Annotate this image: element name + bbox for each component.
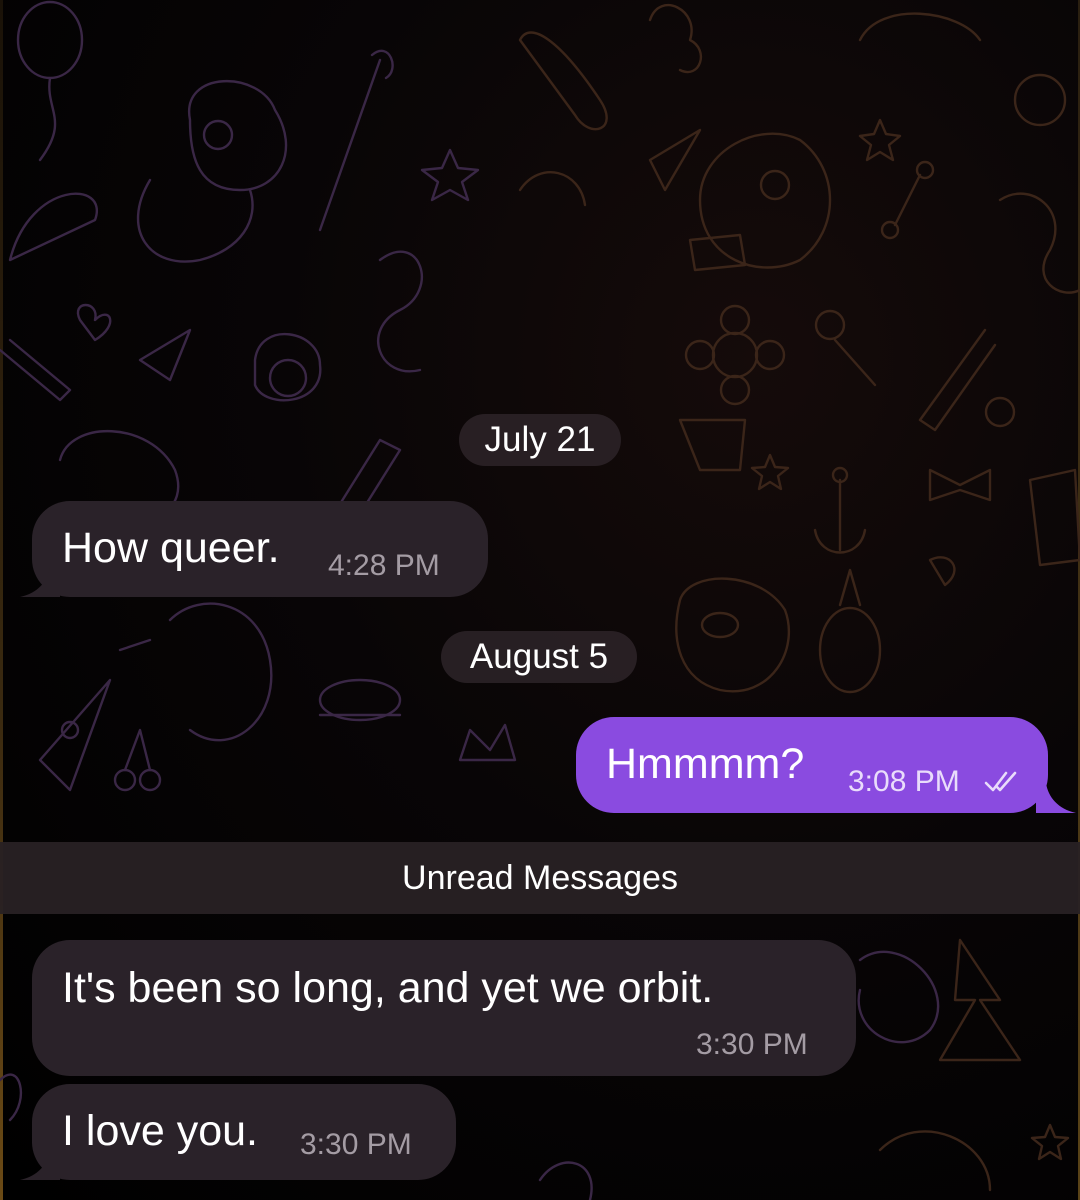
bubble-tail xyxy=(1036,783,1076,813)
message-text: How queer. xyxy=(62,524,280,572)
message-text: I love you. xyxy=(62,1107,258,1155)
date-separator-label: July 21 xyxy=(484,420,596,459)
incoming-message-bubble[interactable]: How queer. 4:28 PM xyxy=(32,501,488,597)
date-separator-july-21: July 21 xyxy=(459,414,621,466)
unread-messages-label: Unread Messages xyxy=(402,859,678,897)
message-text: It's been so long, and yet we orbit. xyxy=(62,964,714,1012)
message-timestamp: 3:08 PM xyxy=(848,765,960,798)
read-double-check-icon xyxy=(984,771,1017,792)
outgoing-message-bubble[interactable]: Hmmmm? 3:08 PM xyxy=(576,717,1048,813)
message-timestamp: 4:28 PM xyxy=(328,549,440,582)
incoming-message-bubble[interactable]: It's been so long, and yet we orbit. 3:3… xyxy=(32,940,856,1076)
bubble-tail xyxy=(20,1150,60,1180)
date-separator-august-5: August 5 xyxy=(441,631,637,683)
message-text: Hmmmm? xyxy=(606,740,805,788)
message-timestamp: 3:30 PM xyxy=(300,1128,412,1161)
incoming-message-bubble[interactable]: I love you. 3:30 PM xyxy=(32,1084,456,1180)
message-timestamp: 3:30 PM xyxy=(696,1028,808,1061)
unread-messages-separator: Unread Messages xyxy=(0,842,1080,914)
bubble-tail xyxy=(20,567,60,597)
date-separator-label: August 5 xyxy=(469,637,609,676)
chat-background: July 21 How queer. 4:28 PM August 5 Hmmm… xyxy=(0,0,1080,1200)
